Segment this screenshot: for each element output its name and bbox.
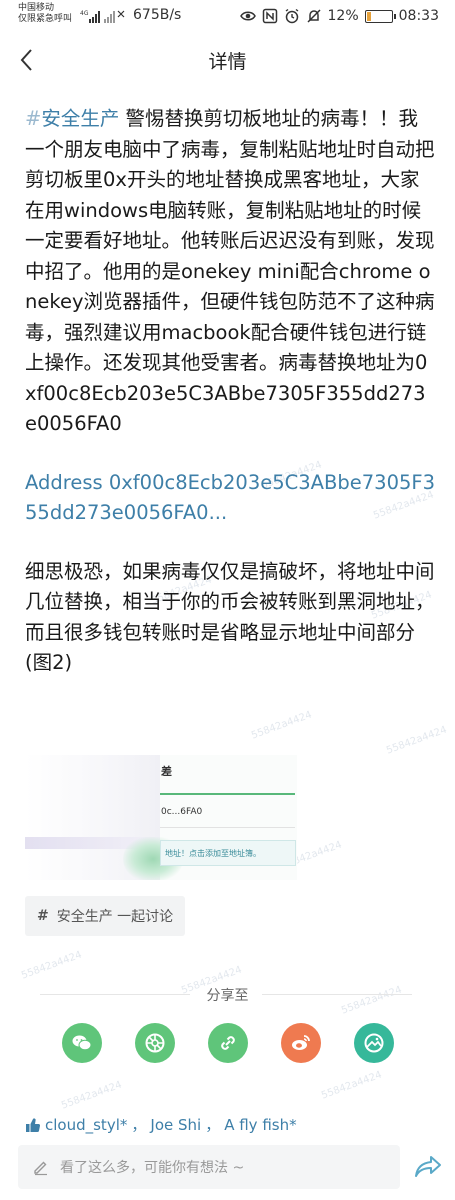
mute-icon: [306, 9, 321, 23]
share-link-button[interactable]: [208, 1023, 248, 1063]
like-user[interactable]: Joe Shi: [150, 1116, 201, 1134]
pencil-icon: [34, 1161, 47, 1176]
post-image[interactable]: 差 0c...6FA0 地址！点击添加至地址簿。: [25, 755, 297, 880]
like-user[interactable]: A fly fish*: [224, 1116, 296, 1134]
address-link[interactable]: Address 0xf00c8Ecb203e5C3ABbe7305F355dd2…: [25, 468, 437, 529]
moments-icon: [145, 1033, 165, 1053]
image-text-hint: 地址！点击添加至地址簿。: [165, 849, 261, 858]
watermark: 55842a4424: [60, 1079, 124, 1112]
emergency-only-text: 仅限紧急呼叫: [18, 14, 73, 24]
link-icon: [221, 1036, 235, 1050]
clock: 08:33: [398, 8, 439, 24]
watermark: 55842a4424: [385, 724, 449, 757]
post-text-2: 细思极恐，如果病毒仅仅是搞破坏，将地址中间几位替换，相当于你的币会被转账到黑洞地…: [25, 559, 435, 675]
battery-icon: [364, 9, 396, 23]
hash-icon: #: [37, 908, 49, 924]
image-share-icon: [364, 1033, 384, 1053]
post-content: #安全生产 警惕替换剪切板地址的病毒！！我一个朋友电脑中了病毒，复制粘贴地址时自…: [25, 104, 437, 679]
weibo-icon: [292, 1035, 310, 1050]
comment-input[interactable]: 看了这么多，可能你有想法 ~: [18, 1145, 400, 1189]
watermark: 55842a4424: [320, 1069, 384, 1102]
watermark: 55842a4424: [250, 709, 314, 742]
status-icons: 12% 08:33: [239, 5, 439, 27]
hashtag-symbol: #: [25, 107, 42, 130]
wechat-icon: [72, 1035, 92, 1051]
post-body-1: #安全生产 警惕替换剪切板地址的病毒！！我一个朋友电脑中了病毒，复制粘贴地址时自…: [25, 104, 437, 440]
nfc-icon: [262, 8, 277, 24]
battery-percent: 12%: [327, 8, 359, 24]
likes-list: cloud_styl*， Joe Shi， A fly fish*: [25, 1114, 297, 1135]
signal-icon: 4G: [80, 10, 125, 23]
net-speed: 675B/s: [133, 7, 182, 23]
share-image-button[interactable]: [354, 1023, 394, 1063]
share-moments-button[interactable]: [135, 1023, 175, 1063]
share-row: [62, 1023, 394, 1063]
eye-icon: [239, 11, 256, 21]
thumbs-up-icon: [26, 1117, 41, 1132]
image-text-top: 差: [161, 765, 172, 778]
comment-placeholder: 看了这么多，可能你有想法 ~: [60, 1160, 245, 1176]
post-text-1: 警惕替换剪切板地址的病毒！！我一个朋友电脑中了病毒，复制粘贴地址时自动把剪切板里…: [25, 107, 435, 435]
like-user[interactable]: cloud_styl*: [45, 1116, 127, 1134]
hashtag-link[interactable]: 安全生产: [41, 107, 119, 130]
carrier-name: 中国移动: [18, 3, 55, 13]
alarm-icon: [285, 8, 298, 24]
header: 详情: [0, 36, 455, 84]
topic-tag[interactable]: # 安全生产 一起讨论: [25, 896, 186, 936]
image-text-address: 0c...6FA0: [161, 807, 203, 817]
carrier-info: 中国移动 仅限紧急呼叫: [18, 3, 72, 25]
share-arrow-icon[interactable]: [414, 1154, 442, 1180]
share-wechat-button[interactable]: [62, 1023, 102, 1063]
page-title: 详情: [208, 51, 247, 73]
net-type-text: 4G: [80, 10, 89, 17]
share-label: 分享至: [206, 988, 249, 1004]
topic-label: 安全生产 一起讨论: [56, 909, 174, 925]
share-weibo-button[interactable]: [281, 1023, 321, 1063]
watermark: 55842a4424: [20, 949, 84, 982]
status-bar: 中国移动 仅限紧急呼叫 4G 675B/s 12% 08:33: [0, 0, 455, 36]
